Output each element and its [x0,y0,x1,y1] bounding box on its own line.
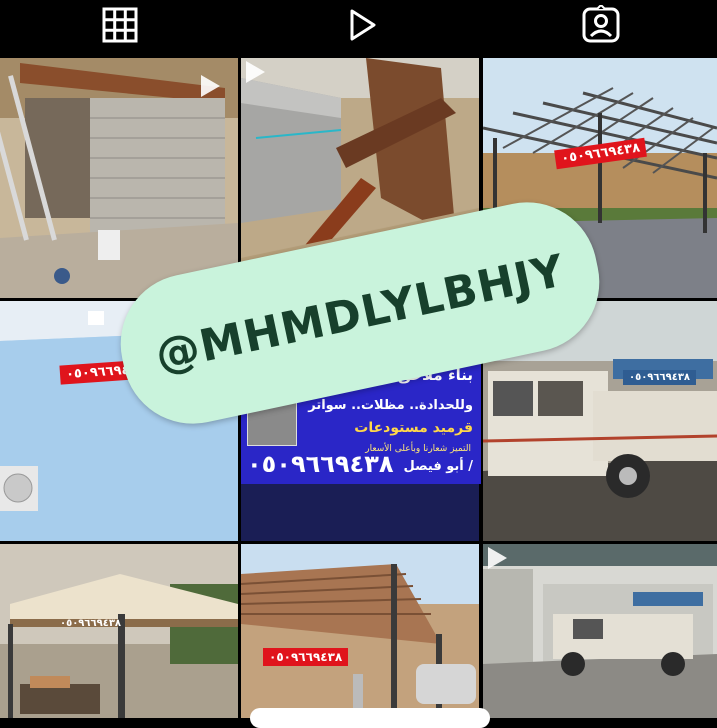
grid-icon [102,7,138,43]
phone-tag: ٠٥٠٩٦٦٩٤٣٨ [263,648,349,666]
profile-tab-bar [0,0,717,58]
tagged-person-icon [582,5,620,43]
post-thumbnail-block-annex[interactable] [0,58,238,298]
advert-contact-name: أبو فيصل / [403,459,473,474]
post-thumbnail-shade-tent[interactable]: ٠٥٠٩٦٦٩٤٣٨ [0,544,238,718]
tagged-tab[interactable] [581,5,621,44]
post-thumbnail-pickup-gate[interactable] [483,544,717,718]
reel-play-icon [246,61,265,83]
phone-tag: ٠٥٠٩٦٦٩٤٣٨ [623,370,697,385]
reels-tab[interactable] [342,6,382,44]
post-thumbnail-carport[interactable]: ٠٥٠٩٦٦٩٤٣٨ [241,544,479,718]
bottom-sheet-handle [250,708,490,728]
play-icon [350,9,376,41]
phone-tag: ٠٥٠٩٦٦٩٤٣٨ [60,618,122,629]
advert-phone: ٠٥٠٩٦٦٩٤٣٨ [247,450,394,478]
posts-grid-tab[interactable] [100,6,140,44]
advert-services: وللحدادة.. مظلات.. سواتر [308,398,473,413]
advert-services-2: قرميد مستودعات [354,420,473,436]
reel-play-icon [201,75,220,97]
reel-play-icon [488,547,507,569]
